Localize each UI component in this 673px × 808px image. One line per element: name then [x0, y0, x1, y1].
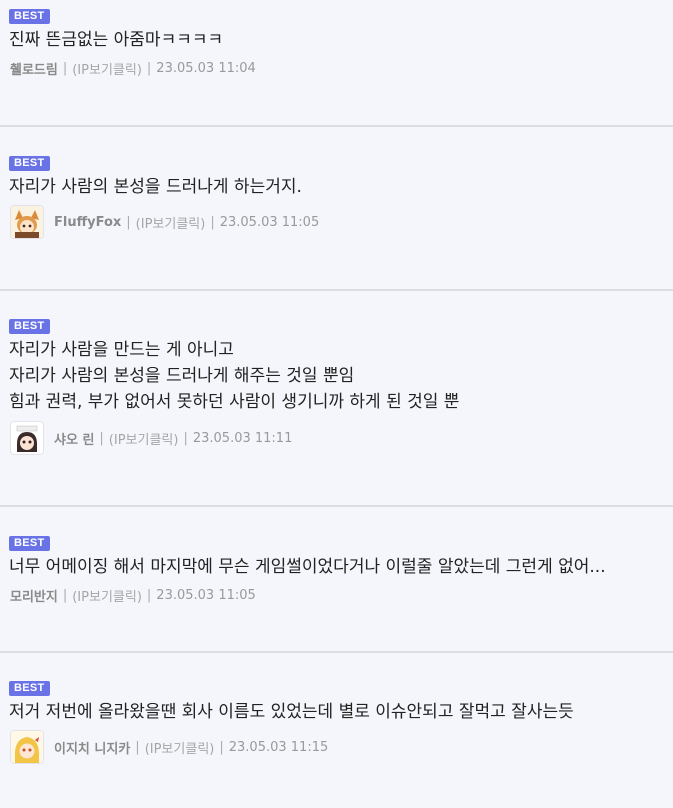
best-badge: BEST [9, 681, 50, 696]
comment-datetime: 23.05.03 11:05 [219, 214, 320, 230]
divider [0, 289, 673, 291]
meta-separator: | [183, 430, 188, 446]
comment-text: 너무 어메이징 해서 마지막에 무슨 게임썰이었다거나 이럴줄 알았는데 그런게… [0, 554, 673, 580]
dark-hair-girl-avatar-icon[interactable] [10, 421, 44, 455]
comment-line: 자리가 사람의 본성을 드러나게 하는거지. [9, 177, 302, 197]
comment-meta: 이지치 니지카 | (IP보기클릭) | 23.05.03 11:15 [0, 730, 673, 764]
author-name[interactable]: FluffyFox [54, 215, 121, 230]
ip-view-link[interactable]: (IP보기클릭) [145, 738, 215, 757]
comment-meta: FluffyFox | (IP보기클릭) | 23.05.03 11:05 [0, 205, 673, 239]
best-badge: BEST [9, 9, 50, 24]
meta-separator: | [99, 430, 104, 446]
comment-line: 저거 저번에 올라왔을땐 회사 이름도 있었는데 별로 이슈안되고 잘먹고 잘사… [9, 702, 574, 722]
comment-line: 너무 어메이징 해서 마지막에 무슨 게임썰이었다거나 이럴줄 알았는데 그런게… [9, 557, 606, 577]
comment-item: BEST 자리가 사람의 본성을 드러나게 하는거지. FluffyFox | … [0, 151, 673, 239]
meta-separator: | [146, 588, 152, 603]
comment-datetime: 23.05.03 11:05 [156, 588, 256, 603]
author-name[interactable]: 췔로드림 [10, 59, 58, 78]
ip-view-link[interactable]: (IP보기클릭) [72, 586, 142, 605]
fox-girl-avatar-icon[interactable] [10, 205, 44, 239]
meta-separator: | [135, 739, 140, 755]
blonde-girl-avatar-icon[interactable] [10, 730, 44, 764]
best-badge: BEST [9, 319, 50, 334]
comment-meta: 췔로드림 | (IP보기클릭) | 23.05.03 11:04 [0, 59, 673, 78]
comment-datetime: 23.05.03 11:11 [192, 430, 293, 446]
comment-datetime: 23.05.03 11:15 [228, 739, 329, 755]
comment-meta: 모리반지 | (IP보기클릭) | 23.05.03 11:05 [0, 586, 673, 605]
author-name[interactable]: 샤오 린 [54, 429, 94, 448]
meta-separator: | [62, 61, 68, 76]
divider [0, 125, 673, 127]
comment-line: 힘과 권력, 부가 없어서 못하던 사람이 생기니까 하게 된 것일 뿐 [9, 392, 460, 412]
comment-text: 자리가 사람을 만드는 게 아니고 자리가 사람의 본성을 드러나게 해주는 것… [0, 337, 673, 415]
meta-separator: | [146, 61, 152, 76]
best-badge: BEST [9, 536, 50, 551]
author-name[interactable]: 모리반지 [10, 586, 58, 605]
meta-separator: | [210, 214, 215, 230]
comment-item: BEST 너무 어메이징 해서 마지막에 무슨 게임썰이었다거나 이럴줄 알았는… [0, 531, 673, 605]
comment-text: 저거 저번에 올라왔을땐 회사 이름도 있었는데 별로 이슈안되고 잘먹고 잘사… [0, 699, 673, 725]
comment-item: BEST 진짜 뜬금없는 아줌마ㅋㅋㅋㅋ 췔로드림 | (IP보기클릭) | 2… [0, 4, 673, 78]
comment-text: 진짜 뜬금없는 아줌마ㅋㅋㅋㅋ [0, 27, 673, 53]
ip-view-link[interactable]: (IP보기클릭) [72, 59, 142, 78]
comment-datetime: 23.05.03 11:04 [156, 61, 256, 76]
comment-line: 자리가 사람의 본성을 드러나게 해주는 것일 뿐임 [9, 366, 355, 386]
comment-text: 자리가 사람의 본성을 드러나게 하는거지. [0, 174, 673, 200]
author-name[interactable]: 이지치 니지카 [54, 738, 130, 757]
ip-view-link[interactable]: (IP보기클릭) [109, 429, 179, 448]
comment-item: BEST 자리가 사람을 만드는 게 아니고 자리가 사람의 본성을 드러나게 … [0, 314, 673, 455]
divider [0, 505, 673, 507]
comment-line: 진짜 뜬금없는 아줌마ㅋㅋㅋㅋ [9, 30, 224, 50]
divider [0, 651, 673, 653]
meta-separator: | [219, 739, 224, 755]
comment-meta: 샤오 린 | (IP보기클릭) | 23.05.03 11:11 [0, 421, 673, 455]
meta-separator: | [126, 214, 131, 230]
meta-separator: | [62, 588, 68, 603]
comment-line: 자리가 사람을 만드는 게 아니고 [9, 340, 234, 360]
ip-view-link[interactable]: (IP보기클릭) [136, 213, 206, 232]
comment-item: BEST 저거 저번에 올라왔을땐 회사 이름도 있었는데 별로 이슈안되고 잘… [0, 676, 673, 764]
best-badge: BEST [9, 156, 50, 171]
